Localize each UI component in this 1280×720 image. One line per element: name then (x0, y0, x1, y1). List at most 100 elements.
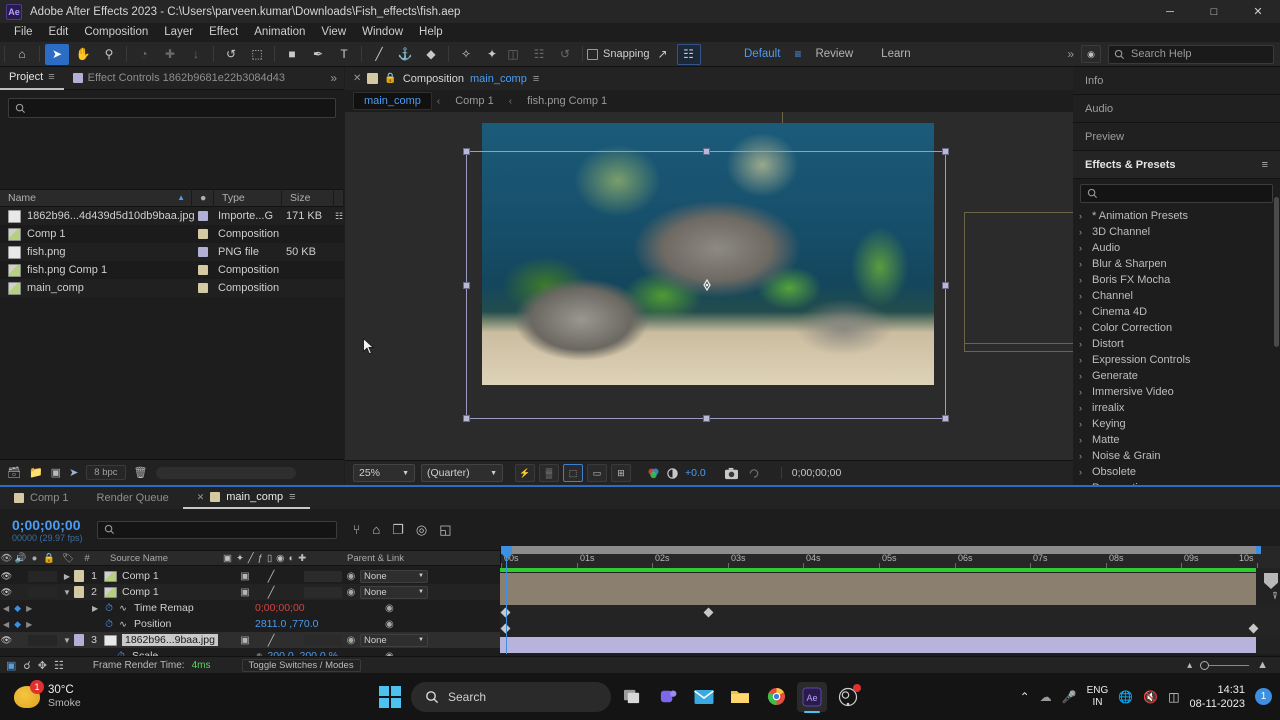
collapse-switch-icon[interactable]: ▣ (232, 635, 258, 646)
project-search-input[interactable] (8, 98, 336, 118)
brush-tool-icon[interactable]: ╱ (367, 44, 391, 65)
blend-switch-cell[interactable] (304, 586, 324, 598)
collapse-switch-icon[interactable]: ▣ (232, 587, 258, 598)
effect-category-row[interactable]: › Noise & Grain (1073, 448, 1280, 464)
parent-pickwhip-icon[interactable]: ◉ (342, 571, 360, 582)
menu-window[interactable]: Window (354, 23, 411, 42)
project-menu-icon[interactable]: ≡ (48, 71, 54, 83)
snap-target-icon[interactable]: ↗ (651, 44, 675, 65)
battery-icon[interactable]: ◫ (1168, 690, 1179, 704)
parent-pickwhip-icon[interactable]: ◉ (342, 587, 360, 598)
column-name[interactable]: Name ▲ (0, 189, 192, 207)
timeline-track-area[interactable] (500, 568, 1280, 654)
microphone-icon[interactable]: 🎤 (1062, 690, 1077, 704)
layer-label-color[interactable] (74, 586, 84, 598)
anchor-point-icon[interactable] (701, 279, 713, 291)
property-value[interactable]: 2811.0 ,770.0 (255, 618, 318, 630)
language-indicator[interactable]: ENG IN (1087, 685, 1109, 709)
chrome-icon[interactable] (761, 682, 791, 712)
weather-widget[interactable]: 1 30°C Smoke (14, 679, 81, 710)
work-area-end-handle[interactable] (1256, 546, 1261, 554)
file-explorer-icon[interactable] (725, 682, 755, 712)
breadcrumb-main-comp[interactable]: main_comp (353, 92, 432, 110)
property-value[interactable]: 0;00;00;00 (255, 602, 305, 614)
motion-blur-switch-cell[interactable] (324, 586, 342, 598)
parent-dropdown[interactable]: None ▼ (360, 633, 428, 647)
blend-switch-cell[interactable] (304, 634, 324, 646)
quality-switch-icon[interactable]: ╱ (258, 570, 284, 583)
chevron-right-icon[interactable]: › (1079, 243, 1087, 253)
property-expand-arrow[interactable]: ▶ (92, 604, 102, 613)
menu-edit[interactable]: Edit (41, 23, 77, 42)
new-comp-icon[interactable]: ▣ (51, 466, 61, 479)
hand-tool-icon[interactable]: ✋ (71, 44, 95, 65)
timeline-property-row[interactable]: ◀ ◆ ▶ ▶ ⏱ ∿ Time Remap 0;00;00;00 ◉ (0, 600, 500, 616)
after-effects-icon[interactable]: Ae (797, 681, 827, 713)
alignment-icon[interactable]: ◫ (501, 44, 525, 65)
notification-center-button[interactable]: 1 (1255, 688, 1272, 705)
graph-editor-icon[interactable]: ◱ (439, 522, 451, 538)
new-folder-icon[interactable]: 🗃 (7, 466, 21, 479)
parent-dropdown[interactable]: None ▼ (360, 569, 428, 583)
motion-blur-toggle-icon[interactable]: ✥ (38, 659, 47, 672)
graph-editor-property-icon[interactable]: ∿ (116, 603, 130, 614)
effects-search-input[interactable] (1080, 184, 1273, 203)
chevron-right-icon[interactable]: › (1079, 275, 1087, 285)
panel-audio[interactable]: Audio (1073, 95, 1280, 123)
column-index[interactable]: # (79, 553, 95, 564)
previous-keyframe-arrow[interactable]: ◀ (3, 620, 9, 629)
menu-view[interactable]: View (313, 23, 354, 42)
chevron-right-icon[interactable]: › (1079, 211, 1087, 221)
layer-bar-2[interactable] (500, 589, 1256, 605)
layer-bar-3[interactable] (500, 637, 1256, 653)
column-parent-link[interactable]: Parent & Link (333, 553, 404, 564)
time-remap-track[interactable] (500, 605, 1280, 621)
orbit-tool-icon[interactable]: ◔ (132, 44, 156, 65)
chevron-right-icon[interactable]: › (1079, 355, 1087, 365)
label-icon[interactable]: 🏷 (57, 553, 79, 564)
parent-dropdown[interactable]: None ▼ (360, 585, 428, 599)
layer-expand-arrow[interactable]: ▼ (60, 588, 74, 597)
effects-panel-menu-icon[interactable]: ≡ (1262, 159, 1268, 171)
chevron-right-icon[interactable]: › (1079, 291, 1087, 301)
layer-bar-1[interactable] (500, 573, 1256, 589)
minimize-button[interactable]: ─ (1148, 0, 1192, 23)
effect-category-row[interactable]: › Cinema 4D (1073, 304, 1280, 320)
home-icon[interactable]: ⌂ (10, 44, 34, 65)
layer-visibility-toggle[interactable]: 👁 (0, 571, 13, 582)
timeline-layer-row[interactable]: 👁 ▼ 2 Comp 1 ▣ ╱ ◉ None ▼ (0, 584, 500, 600)
layer-solo-toggle[interactable] (28, 586, 41, 598)
project-item-row[interactable]: main_comp Composition (0, 279, 344, 297)
resolution-dropdown[interactable]: (Quarter) ▼ (421, 464, 503, 482)
chevron-right-icon[interactable]: › (1079, 323, 1087, 333)
menu-help[interactable]: Help (411, 23, 451, 42)
layer-lock-toggle[interactable] (41, 570, 57, 582)
tab-effect-controls[interactable]: Effect Controls 1862b9681e22b3084d43 (64, 67, 294, 90)
project-folder-icon[interactable]: 📁 (29, 466, 43, 479)
next-keyframe-arrow[interactable]: ▶ (26, 620, 32, 629)
transparency-grid-icon[interactable]: ▒ (539, 464, 559, 482)
quality-switch-icon[interactable]: ╱ (258, 634, 284, 647)
close-icon[interactable]: ✕ (353, 73, 361, 84)
audio-icon[interactable]: 🔊 (13, 553, 28, 564)
puppet-pin-tool-icon[interactable]: ✧ (454, 44, 478, 65)
panel-info[interactable]: Info (1073, 67, 1280, 95)
timeline-tab-render-queue[interactable]: Render Queue (83, 487, 183, 509)
project-item-row[interactable]: fish.png Comp 1 Composition (0, 261, 344, 279)
parent-pickwhip-icon[interactable]: ◉ (342, 635, 360, 646)
layer-expand-arrow[interactable]: ▼ (60, 636, 74, 645)
lock-icon[interactable]: 🔒 (41, 553, 57, 564)
chevron-right-icon[interactable]: › (1079, 467, 1087, 477)
work-area-bar[interactable] (501, 546, 1261, 554)
task-view-icon[interactable] (617, 682, 647, 712)
chevron-right-icon[interactable]: › (1079, 387, 1087, 397)
breadcrumb-fish-comp[interactable]: fish.png Comp 1 (517, 93, 617, 109)
quality-switch-icon[interactable]: ╱ (258, 586, 284, 599)
timeline-menu-icon[interactable]: ≡ (289, 491, 295, 503)
chevron-right-icon[interactable]: › (1079, 259, 1087, 269)
zoom-in-timeline-icon[interactable]: ▲ (1257, 659, 1268, 671)
project-item-row[interactable]: fish.png PNG file 50 KB (0, 243, 344, 261)
fast-previews-icon[interactable]: ⚡ (515, 464, 535, 482)
effect-category-row[interactable]: › Channel (1073, 288, 1280, 304)
pan-behind-tool-icon[interactable]: ✚ (158, 44, 182, 65)
